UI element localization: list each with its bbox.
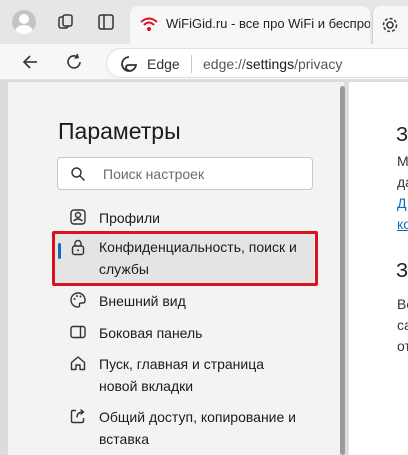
sidebar-item-label-line1: Пуск, главная и страница (99, 356, 265, 372)
page-title: Параметры (58, 118, 181, 144)
scrollbar[interactable] (340, 86, 345, 455)
content-text: са (397, 317, 408, 333)
content-text: Ве (397, 296, 408, 312)
wifi-favicon-icon (140, 17, 158, 31)
settings-sidebar: Параметры Поиск настроек Профили Конфиде… (8, 82, 344, 455)
sidebar-item-sidebar-panel[interactable]: Боковая панель (52, 320, 314, 346)
sidebar-item-label: Профили (99, 210, 160, 226)
tab-title: WiFiGid.ru - все про WiFi и беспроводные… (166, 16, 370, 31)
search-placeholder: Поиск настроек (103, 166, 205, 182)
sidebar-panel-icon (70, 325, 86, 339)
refresh-icon[interactable] (64, 52, 84, 72)
sidebar-item-appearance[interactable]: Внешний вид (52, 288, 314, 314)
tab-strip: WiFiGid.ru - все про WiFi и беспроводные… (0, 0, 408, 44)
search-settings-input[interactable]: Поиск настроек (57, 157, 313, 190)
content-link[interactable]: Д (397, 195, 406, 211)
home-icon (70, 356, 86, 371)
profile-avatar[interactable] (12, 10, 36, 34)
section-heading: З (396, 260, 408, 282)
url-separator (191, 55, 192, 73)
url-field[interactable]: Edge edge://settings/privacy (106, 48, 408, 78)
sidebar-item-start-home[interactable]: Пуск, главная и страница новой вкладки (52, 350, 314, 398)
edge-label: Edge (147, 56, 180, 72)
sidebar-item-share-copy-paste[interactable]: Общий доступ, копирование и вставка (52, 403, 314, 453)
search-icon (71, 167, 86, 182)
share-icon (70, 408, 85, 424)
highlight-box (52, 231, 318, 286)
section-heading: З (396, 124, 408, 146)
sidebar-item-label-line2: вставка (99, 431, 149, 447)
gear-icon (382, 17, 398, 33)
url-text: edge://settings/privacy (203, 56, 343, 72)
content-panel: З М да Д ко З Ве са от (348, 82, 408, 455)
content-text: от (397, 338, 408, 354)
sidebar-item-profiles[interactable]: Профили (52, 204, 314, 232)
address-bar: Edge edge://settings/privacy (0, 44, 408, 80)
sidebar-item-label: Боковая панель (99, 325, 203, 341)
profile-icon (70, 209, 86, 225)
sidebar-item-label: Внешний вид (99, 293, 186, 309)
content-link[interactable]: ко (397, 216, 408, 232)
sidebar-item-label-line2: новой вкладки (99, 378, 194, 394)
palette-icon (70, 292, 86, 308)
tab-settings[interactable] (372, 6, 408, 44)
edge-logo-icon (121, 56, 137, 72)
tab-wifigid[interactable]: WiFiGid.ru - все про WiFi и беспроводные… (130, 6, 370, 44)
workspaces-icon[interactable] (56, 12, 76, 32)
back-arrow-icon[interactable] (20, 52, 40, 72)
content-text: да (397, 174, 408, 190)
vertical-tabs-icon[interactable] (96, 12, 116, 32)
content-text: М (397, 153, 408, 169)
sidebar-item-label-line1: Общий доступ, копирование и (99, 409, 296, 425)
